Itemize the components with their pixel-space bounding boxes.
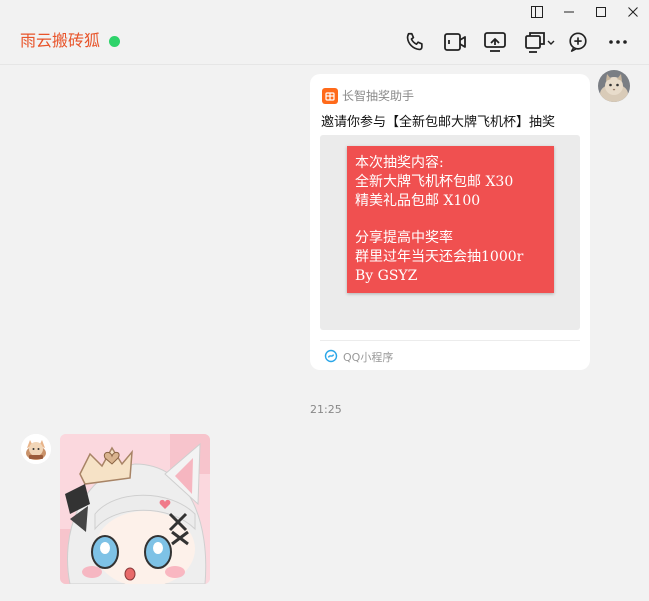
phone-icon[interactable] — [403, 30, 427, 54]
chat-toolbar — [0, 30, 649, 54]
lottery-poster: 本次抽奖内容: 全新大牌飞机杯包邮 X30 精美礼品包邮 X100 分享提高中奖… — [347, 146, 554, 293]
app-name: 长智抽奖助手 — [342, 89, 415, 103]
maximize-icon[interactable] — [585, 0, 617, 24]
minimize-icon[interactable] — [553, 0, 585, 24]
screen-share-icon[interactable] — [483, 30, 507, 54]
self-avatar[interactable] — [598, 70, 630, 102]
mini-program-card[interactable]: 长智抽奖助手 邀请你参与【全新包邮大牌飞机杯】抽奖 本次抽奖内容: 全新大牌飞机… — [310, 74, 590, 370]
poster-line: 全新大牌飞机杯包邮 X30 — [355, 174, 514, 190]
title-bar: 雨云搬砖狐 — [0, 0, 649, 64]
sidebar-toggle-icon[interactable] — [521, 0, 553, 24]
card-divider — [320, 340, 580, 341]
card-app-header: 长智抽奖助手 — [322, 88, 414, 104]
add-circle-icon[interactable] — [566, 30, 590, 54]
poster-line: 群里过年当天还会抽1000r — [355, 249, 524, 265]
video-call-icon[interactable] — [443, 30, 467, 54]
contact-avatar[interactable] — [21, 434, 51, 464]
poster-line: 本次抽奖内容: — [355, 155, 444, 171]
remote-assist-icon[interactable] — [523, 30, 557, 54]
close-icon[interactable] — [617, 0, 649, 24]
anime-girl-sticker[interactable] — [60, 434, 210, 584]
more-icon[interactable] — [606, 30, 630, 54]
card-title: 邀请你参与【全新包邮大牌飞机杯】抽奖 — [321, 115, 556, 130]
message-timestamp: 21:25 — [310, 403, 342, 416]
poster-line: 分享提高中奖率 — [355, 230, 453, 246]
header-divider — [0, 64, 649, 65]
app-gift-icon — [322, 88, 338, 104]
window-controls — [521, 0, 649, 24]
card-preview-area: 本次抽奖内容: 全新大牌飞机杯包邮 X30 精美礼品包邮 X100 分享提高中奖… — [320, 135, 580, 330]
mini-program-icon — [324, 348, 338, 367]
poster-line: By GSYZ — [355, 268, 418, 284]
card-footer: QQ小程序 — [324, 348, 393, 367]
mini-program-label: QQ小程序 — [343, 350, 394, 364]
poster-line: 精美礼品包邮 X100 — [355, 193, 481, 209]
